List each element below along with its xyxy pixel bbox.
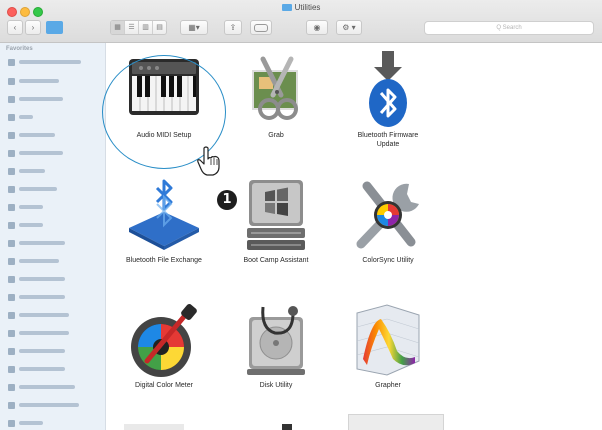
bluetooth-exchange-icon [123, 174, 205, 256]
file-item-disk-utility[interactable]: Disk Utility [220, 299, 332, 390]
sidebar-item[interactable] [8, 238, 65, 248]
sidebar-item-icon [8, 329, 15, 337]
wrench-color-icon [347, 174, 429, 256]
file-item-colorsync-utility[interactable]: ColorSync Utility [332, 174, 444, 265]
file-item-bluetooth-firmware-update[interactable]: Bluetooth Firmware Update [332, 49, 444, 149]
file-item-label: Grapher [375, 382, 401, 389]
sidebar-item[interactable] [8, 382, 75, 392]
back-button[interactable]: ‹ [7, 20, 23, 35]
sidebar-item-icon [8, 185, 15, 193]
file-item-label: Grab [268, 132, 284, 139]
path-folder-icon[interactable] [46, 21, 63, 34]
sidebar-item-icon [8, 239, 15, 247]
sidebar-item[interactable] [8, 202, 43, 212]
grid-icon: ▦ [188, 23, 196, 32]
sidebar-item-icon [8, 293, 15, 301]
sidebar-item[interactable] [8, 94, 63, 104]
sidebar-item[interactable] [8, 400, 79, 410]
sidebar: Favorites [0, 43, 106, 430]
sidebar-item-icon [8, 95, 15, 103]
sidebar-item-icon [8, 77, 15, 85]
sidebar-item[interactable] [8, 292, 65, 302]
view-mode-segmented[interactable]: ▦ ☰ ▥ ▤ [110, 20, 167, 35]
tag-icon [254, 23, 268, 32]
sidebar-item-icon [8, 311, 15, 319]
partial-file-icon[interactable] [348, 414, 444, 430]
file-item-label: Disk Utility [259, 382, 293, 389]
hard-drive-windows-icon [235, 174, 317, 256]
toolbar: Utilities ‹ › ▦ ☰ ▥ ▤ ▦▾ ⇪ ◉ ⚙ ▾ Q Searc… [0, 0, 602, 43]
quick-look-button[interactable]: ◉ [306, 20, 328, 35]
sidebar-item-icon [8, 221, 15, 229]
file-item-bluetooth-file-exchange[interactable]: Bluetooth File Exchange [108, 174, 220, 265]
sidebar-item-icon [8, 347, 15, 355]
sidebar-item[interactable] [8, 130, 55, 140]
sidebar-item-icon [8, 131, 15, 139]
sidebar-item-icon [8, 257, 15, 265]
sidebar-item[interactable] [8, 328, 69, 338]
sidebar-item[interactable] [8, 274, 65, 284]
action-button[interactable]: ⚙ ▾ [336, 20, 362, 35]
icon-view-icon[interactable]: ▦ [111, 21, 125, 34]
file-item-label: Bluetooth File Exchange [126, 257, 202, 264]
piano-keyboard-icon [123, 49, 205, 131]
sidebar-item-icon [8, 383, 15, 391]
cover-flow-icon[interactable]: ▤ [153, 21, 166, 34]
sidebar-item[interactable] [8, 220, 43, 230]
sidebar-item[interactable] [8, 76, 59, 86]
bluetooth-download-icon [347, 49, 429, 131]
sidebar-item-icon [8, 419, 15, 427]
file-item-audio-midi-setup[interactable]: Audio MIDI Setup [108, 49, 220, 140]
graph-surface-icon [347, 299, 429, 381]
file-item-grab[interactable]: Grab [220, 49, 332, 140]
file-grid: Audio MIDI Setup Grab Bluetooth Firmware… [106, 43, 602, 430]
sidebar-item[interactable] [8, 364, 65, 374]
stethoscope-drive-icon [235, 299, 317, 381]
sidebar-item[interactable] [8, 148, 63, 158]
file-item-boot-camp-assistant[interactable]: Boot Camp Assistant [220, 174, 332, 265]
scissors-icon [235, 49, 317, 131]
file-item-grapher[interactable]: Grapher [332, 299, 444, 390]
sidebar-item-icon [8, 113, 15, 121]
sidebar-item[interactable] [8, 256, 59, 266]
sidebar-item[interactable] [8, 166, 45, 176]
share-button[interactable]: ⇪ [224, 20, 242, 35]
sidebar-item-icon [8, 401, 15, 409]
sidebar-item[interactable] [8, 112, 33, 122]
search-input[interactable]: Q Search [424, 21, 594, 35]
sidebar-item-icon [8, 275, 15, 283]
list-view-icon[interactable]: ☰ [125, 21, 139, 34]
sidebar-item-icon [8, 58, 15, 66]
file-item-label: Boot Camp Assistant [243, 257, 309, 264]
partial-file-icon[interactable] [124, 424, 184, 430]
sidebar-item-icon [8, 365, 15, 373]
sidebar-item[interactable] [8, 346, 65, 356]
file-item-label: Digital Color Meter [135, 382, 193, 389]
partial-file-icon[interactable] [282, 424, 292, 430]
sidebar-item[interactable] [8, 310, 69, 320]
color-meter-icon [123, 299, 205, 381]
sidebar-item-icon [8, 149, 15, 157]
file-item-label: Bluetooth Firmware Update [357, 132, 419, 148]
sidebar-heading-favorites: Favorites [6, 46, 33, 52]
file-item-digital-color-meter[interactable]: Digital Color Meter [108, 299, 220, 390]
column-view-icon[interactable]: ▥ [139, 21, 153, 34]
sidebar-item-icon [8, 167, 15, 175]
step-number-badge: 1 [217, 190, 237, 210]
folder-icon [281, 4, 292, 11]
file-item-label: Audio MIDI Setup [136, 132, 192, 139]
file-item-label: ColorSync Utility [362, 257, 414, 264]
hand-pointer-cursor-icon [196, 146, 222, 181]
sidebar-item[interactable] [8, 57, 81, 67]
sidebar-item-icon [8, 203, 15, 211]
forward-button[interactable]: › [25, 20, 41, 35]
window-title: Utilities [0, 3, 602, 12]
edit-tags-button[interactable] [250, 20, 272, 35]
finder-window: Utilities ‹ › ▦ ☰ ▥ ▤ ▦▾ ⇪ ◉ ⚙ ▾ Q Searc… [0, 0, 602, 430]
sidebar-item[interactable] [8, 184, 57, 194]
sidebar-item[interactable] [8, 418, 43, 428]
arrange-button[interactable]: ▦▾ [180, 20, 208, 35]
